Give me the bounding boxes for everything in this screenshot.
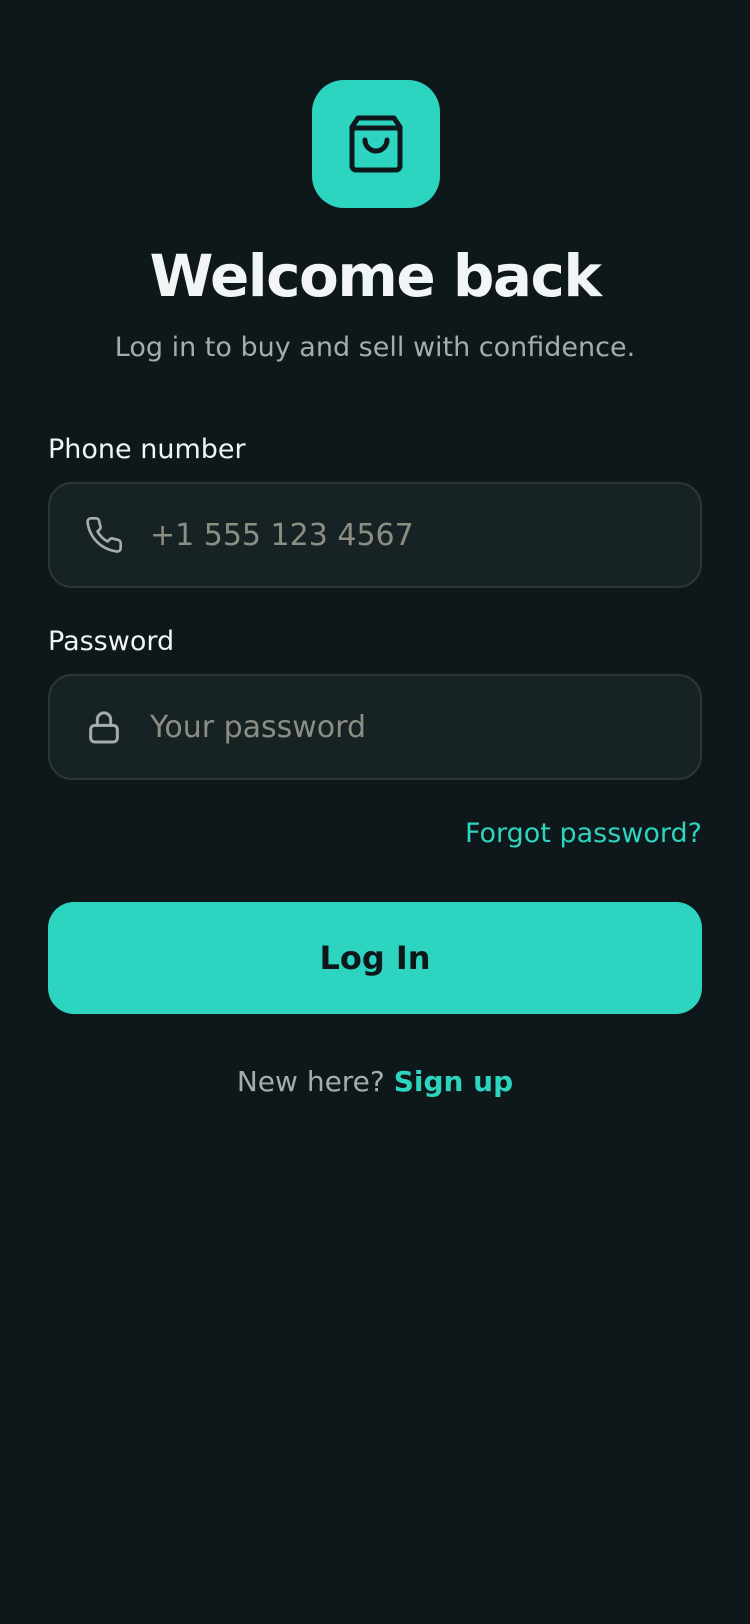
password-input[interactable] — [150, 709, 676, 745]
login-button[interactable]: Log In — [48, 902, 702, 1014]
login-screen: Welcome back Log in to buy and sell with… — [0, 0, 750, 1624]
phone-number-label: Phone number — [48, 434, 246, 465]
phone-number-field[interactable] — [48, 482, 702, 588]
signup-prompt: New here? Sign up — [0, 1062, 750, 1102]
signup-prompt-text: New here? — [236, 1065, 385, 1098]
page-title: Welcome back — [149, 242, 602, 310]
sign-up-link[interactable]: Sign up — [394, 1065, 513, 1098]
shopping-bag-icon — [349, 115, 403, 173]
lock-icon — [82, 705, 126, 749]
phone-number-input[interactable] — [150, 517, 676, 553]
password-label: Password — [48, 626, 175, 657]
app-logo — [312, 80, 440, 208]
forgot-password-link[interactable]: Forgot password? — [465, 816, 702, 852]
phone-icon — [82, 513, 126, 557]
page-subtitle: Log in to buy and sell with confidence. — [114, 332, 636, 363]
password-field[interactable] — [48, 674, 702, 780]
